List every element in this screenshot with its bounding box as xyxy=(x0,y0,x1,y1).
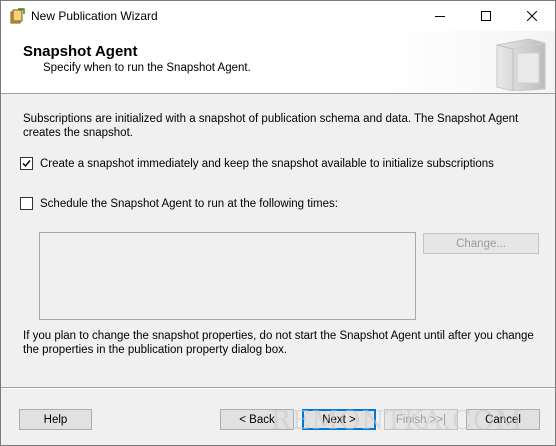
wizard-header: Snapshot Agent Specify when to run the S… xyxy=(1,31,555,94)
wizard-book-graphic xyxy=(496,38,546,91)
help-button[interactable]: Help xyxy=(19,409,92,430)
title-bar[interactable]: New Publication Wizard xyxy=(1,1,555,31)
intro-text: Subscriptions are initialized with a sna… xyxy=(23,113,519,139)
page-title: Snapshot Agent xyxy=(23,43,138,60)
footer-separator xyxy=(1,387,555,389)
wizard-window: New Publication Wizard Snapshot Agent Sp… xyxy=(0,0,556,446)
back-button[interactable]: < Back xyxy=(220,409,294,430)
cancel-button[interactable]: Cancel xyxy=(466,409,540,430)
finish-button[interactable]: Finish >>| xyxy=(384,409,458,430)
create-snapshot-option[interactable]: Create a snapshot immediately and keep t… xyxy=(20,157,494,170)
close-button[interactable] xyxy=(509,1,555,31)
window-title: New Publication Wizard xyxy=(31,9,158,23)
page-subtitle: Specify when to run the Snapshot Agent. xyxy=(43,62,251,74)
schedule-agent-option[interactable]: Schedule the Snapshot Agent to run at th… xyxy=(20,197,338,210)
wizard-app-icon xyxy=(9,8,25,24)
minimize-icon xyxy=(435,16,445,17)
minimize-button[interactable] xyxy=(417,1,463,31)
schedule-agent-checkbox[interactable] xyxy=(20,197,33,210)
next-button[interactable]: Next > xyxy=(302,409,376,430)
maximize-icon xyxy=(481,11,491,21)
schedule-description-box xyxy=(39,232,416,320)
note-text: If you plan to change the snapshot prope… xyxy=(23,330,534,356)
change-schedule-button[interactable]: Change... xyxy=(423,233,539,254)
create-snapshot-label: Create a snapshot immediately and keep t… xyxy=(40,157,494,170)
create-snapshot-checkbox[interactable] xyxy=(20,157,33,170)
checkmark-icon xyxy=(22,160,31,168)
maximize-button[interactable] xyxy=(463,1,509,31)
schedule-agent-label: Schedule the Snapshot Agent to run at th… xyxy=(40,197,338,210)
close-icon xyxy=(527,11,537,21)
